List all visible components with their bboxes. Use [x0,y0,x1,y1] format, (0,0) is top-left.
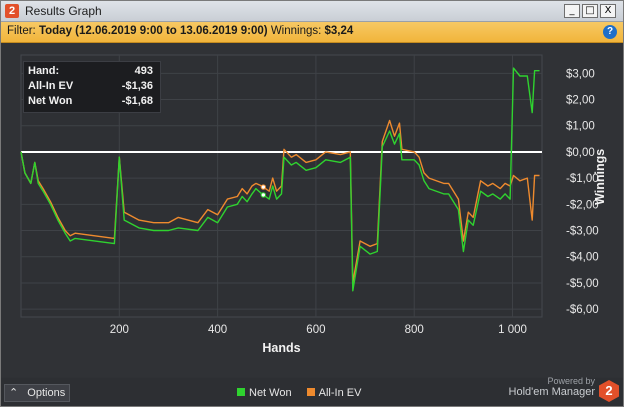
info-label: Net Won [28,95,73,107]
y-tick-label: -$6,00 [566,304,599,316]
x-axis-label: Hands [262,341,300,355]
hover-marker-all-in-ev [260,184,267,190]
legend-label: Net Won [249,387,292,399]
filter-label: Filter: [7,25,36,37]
hm2-branding: Powered by Hold'em Manager [508,376,595,398]
hand-info-box: Hand: 493 All-In EV -$1,36 Net Won -$1,6… [23,61,161,113]
filter-bar[interactable]: Filter: Today (12.06.2019 9:00 to 13.06.… [1,22,623,43]
winnings-value: $3,24 [324,25,354,37]
help-icon[interactable]: ? [603,25,617,39]
info-row-hand: Hand: 493 [28,65,156,80]
powered-by-text: Powered by [547,376,595,386]
info-value: -$1,36 [121,80,153,92]
x-tick-labels: 200 400 600 800 1 000 [110,324,527,336]
legend-swatch [306,388,315,396]
y-tick-label: -$3,00 [566,226,599,238]
x-tick-label: 200 [110,324,129,336]
title-bar[interactable]: 2 Results Graph _ □ X [1,1,623,22]
bottom-bar: ⌃ Options Net Won All-In EV Powered by H… [1,376,623,406]
y-tick-label: -$5,00 [566,278,599,290]
x-tick-label: 800 [405,324,424,336]
options-button[interactable]: ⌃ Options [4,384,70,402]
info-value: 493 [134,65,153,77]
legend-item-all-in-ev[interactable]: All-In EV [306,387,362,399]
hm2-logo-icon: 2 [599,380,619,402]
y-tick-label: $3,00 [566,68,595,80]
maximize-button[interactable]: □ [582,4,598,18]
results-graph-window: 2 Results Graph _ □ X Filter: Today (12.… [0,0,624,407]
info-row-net-won: Net Won -$1,68 [28,95,156,110]
legend-item-net-won[interactable]: Net Won [237,387,295,399]
legend-label: All-In EV [318,387,362,399]
y-tick-label: $1,00 [566,121,595,133]
chevron-up-icon: ⌃ [9,387,19,399]
y-axis-label: Winnings [593,149,607,205]
y-tick-label: -$4,00 [566,252,599,264]
x-tick-label: 400 [208,324,227,336]
filter-text: Filter: Today (12.06.2019 9:00 to 13.06.… [7,25,353,37]
legend-swatch [237,388,245,396]
info-value: -$1,68 [121,95,153,107]
x-tick-label: 600 [306,324,325,336]
filter-value[interactable]: Today (12.06.2019 9:00 to 13.06.2019 9:0… [39,25,268,37]
info-label: Hand: [28,65,60,77]
close-button[interactable]: X [600,4,616,18]
window-title: Results Graph [25,4,102,18]
winnings-label: Winnings: [270,25,322,37]
y-tick-label: $2,00 [566,95,595,107]
options-label: Options [27,387,66,399]
chart-legend: Net Won All-In EV [237,387,361,399]
hover-marker-net-won [260,192,267,198]
brand-name: Hold'em Manager [508,386,595,398]
minimize-button[interactable]: _ [564,4,580,18]
info-row-allin-ev: All-In EV -$1,36 [28,80,156,95]
x-tick-label: 1 000 [498,324,527,336]
info-label: All-In EV [28,80,74,92]
hm2-app-icon: 2 [5,4,19,18]
y-tick-label: $0,00 [566,147,595,159]
